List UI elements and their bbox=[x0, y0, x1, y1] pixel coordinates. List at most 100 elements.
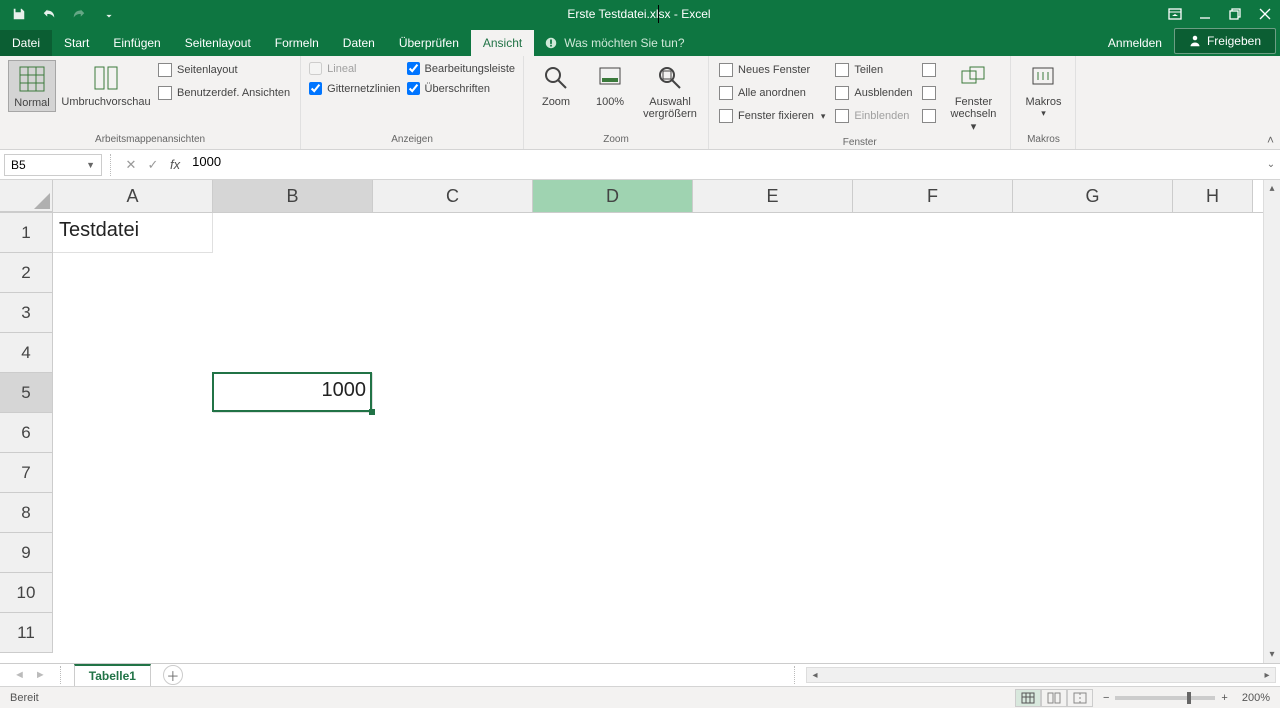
tab-file[interactable]: Datei bbox=[0, 30, 52, 56]
zoom-selection-button[interactable]: Auswahlvergrößern bbox=[640, 60, 700, 122]
freeze-panes-button[interactable]: Fenster fixieren▾ bbox=[717, 106, 827, 126]
split-button[interactable]: Teilen bbox=[833, 60, 914, 80]
tab-einfügen[interactable]: Einfügen bbox=[101, 30, 172, 56]
qat-customize-icon[interactable] bbox=[100, 5, 118, 23]
status-bar: Bereit − + 200% bbox=[0, 686, 1280, 708]
view-normal-button[interactable]: Normal bbox=[8, 60, 56, 112]
select-all-button[interactable] bbox=[0, 180, 53, 212]
enter-formula-icon[interactable]: ✓ bbox=[142, 154, 164, 176]
redo-icon[interactable] bbox=[70, 5, 88, 23]
vertical-scrollbar[interactable]: ▴ ▾ bbox=[1263, 180, 1280, 663]
signin-link[interactable]: Anmelden bbox=[1096, 30, 1174, 56]
headings-checkbox[interactable]: Überschriften bbox=[407, 80, 516, 97]
zoom-100-button[interactable]: 100% bbox=[586, 60, 634, 110]
zoom-button[interactable]: Zoom bbox=[532, 60, 580, 110]
group-show: Anzeigen bbox=[309, 132, 515, 145]
column-header[interactable]: H bbox=[1173, 180, 1253, 212]
scroll-left-icon[interactable]: ◂ bbox=[807, 670, 823, 681]
expand-formula-bar-icon[interactable]: ⌄ bbox=[1262, 159, 1280, 170]
zoom-out-icon[interactable]: − bbox=[1103, 692, 1109, 704]
formula-input[interactable]: 1000 bbox=[186, 154, 1262, 176]
new-window-icon bbox=[719, 63, 733, 77]
formula-bar-checkbox[interactable]: Bearbeitungsleiste bbox=[407, 60, 516, 77]
row-header[interactable]: 2 bbox=[0, 253, 53, 293]
sync-icon bbox=[922, 86, 936, 100]
new-sheet-button[interactable]: ＋ bbox=[163, 665, 183, 685]
column-header[interactable]: C bbox=[373, 180, 533, 212]
column-header[interactable]: D bbox=[533, 180, 693, 212]
tab-überprüfen[interactable]: Überprüfen bbox=[387, 30, 471, 56]
hide-button[interactable]: Ausblenden bbox=[833, 83, 914, 103]
sync-scroll-button[interactable] bbox=[920, 83, 938, 103]
save-icon[interactable] bbox=[10, 5, 28, 23]
tell-me-search[interactable]: Was möchten Sie tun? bbox=[534, 30, 694, 56]
scroll-up-icon[interactable]: ▴ bbox=[1264, 180, 1280, 197]
normal-view-icon[interactable] bbox=[1015, 689, 1041, 707]
row-header[interactable]: 7 bbox=[0, 453, 53, 493]
title-bar: Erste Testdatei.xlsx - Excel bbox=[0, 0, 1280, 28]
maximize-icon[interactable] bbox=[1220, 0, 1250, 28]
column-header[interactable]: G bbox=[1013, 180, 1173, 212]
tab-formeln[interactable]: Formeln bbox=[263, 30, 331, 56]
group-zoom: Zoom bbox=[532, 132, 700, 145]
row-header[interactable]: 11 bbox=[0, 613, 53, 653]
arrange-icon bbox=[719, 86, 733, 100]
tab-start[interactable]: Start bbox=[52, 30, 101, 56]
formula-bar: B5▼ ✕ ✓ fx 1000 ⌄ bbox=[0, 150, 1280, 180]
chevron-down-icon[interactable]: ▼ bbox=[86, 160, 95, 170]
zoom-control[interactable]: − + 200% bbox=[1103, 692, 1270, 704]
column-header[interactable]: B bbox=[213, 180, 373, 212]
cell[interactable]: Testdatei bbox=[53, 213, 213, 253]
share-button[interactable]: Freigeben bbox=[1174, 28, 1276, 54]
minimize-icon[interactable] bbox=[1190, 0, 1220, 28]
row-header[interactable]: 4 bbox=[0, 333, 53, 373]
fill-handle[interactable] bbox=[369, 409, 375, 415]
tab-daten[interactable]: Daten bbox=[331, 30, 387, 56]
sheet-tab[interactable]: Tabelle1 bbox=[74, 664, 151, 686]
zoom-slider[interactable] bbox=[1115, 696, 1215, 700]
scroll-down-icon[interactable]: ▾ bbox=[1264, 646, 1280, 663]
side-by-side-button[interactable] bbox=[920, 60, 938, 80]
page-layout-view-icon[interactable] bbox=[1041, 689, 1067, 707]
row-header[interactable]: 6 bbox=[0, 413, 53, 453]
sheet-tab-bar: ◄ ► Tabelle1 ＋ ◂ ▸ bbox=[0, 663, 1280, 686]
spreadsheet-grid[interactable]: ABCDEFGH 1234567891011 Testdatei 1000 ▴ ▾ bbox=[0, 180, 1280, 663]
close-icon[interactable] bbox=[1250, 0, 1280, 28]
cancel-formula-icon[interactable]: ✕ bbox=[120, 154, 142, 176]
zoom-in-icon[interactable]: + bbox=[1221, 692, 1227, 704]
row-header[interactable]: 10 bbox=[0, 573, 53, 613]
row-header[interactable]: 1 bbox=[0, 213, 53, 253]
collapse-ribbon-icon[interactable]: ˄ bbox=[1267, 133, 1274, 147]
row-header[interactable]: 9 bbox=[0, 533, 53, 573]
tab-seitenlayout[interactable]: Seitenlayout bbox=[173, 30, 263, 56]
gridlines-checkbox[interactable]: Gitternetzlinien bbox=[309, 80, 400, 97]
macros-button[interactable]: Makros▾ bbox=[1019, 60, 1067, 121]
scroll-right-icon[interactable]: ▸ bbox=[1259, 670, 1275, 681]
sheet-nav-prev-icon[interactable]: ◄ bbox=[14, 669, 25, 681]
zoom-level[interactable]: 200% bbox=[1242, 692, 1270, 704]
insert-function-icon[interactable]: fx bbox=[170, 157, 180, 172]
row-header[interactable]: 3 bbox=[0, 293, 53, 333]
tab-ansicht[interactable]: Ansicht bbox=[471, 30, 534, 56]
row-header[interactable]: 5 bbox=[0, 373, 53, 413]
column-header[interactable]: A bbox=[53, 180, 213, 212]
magnifier-icon bbox=[540, 62, 572, 94]
arrange-all-button[interactable]: Alle anordnen bbox=[717, 83, 827, 103]
ribbon-display-icon[interactable] bbox=[1160, 0, 1190, 28]
compare-icon bbox=[922, 63, 936, 77]
column-header[interactable]: E bbox=[693, 180, 853, 212]
undo-icon[interactable] bbox=[40, 5, 58, 23]
reset-pos-button[interactable] bbox=[920, 106, 938, 126]
horizontal-scrollbar[interactable]: ◂ ▸ bbox=[806, 667, 1276, 683]
cell[interactable]: 1000 bbox=[213, 373, 373, 413]
column-header[interactable]: F bbox=[853, 180, 1013, 212]
switch-windows-button[interactable]: Fensterwechseln ▾ bbox=[944, 60, 1002, 135]
name-box[interactable]: B5▼ bbox=[4, 154, 102, 176]
sheet-nav-next-icon[interactable]: ► bbox=[35, 669, 46, 681]
new-window-button[interactable]: Neues Fenster bbox=[717, 60, 827, 80]
row-header[interactable]: 8 bbox=[0, 493, 53, 533]
view-page-break-button[interactable]: Umbruchvorschau bbox=[62, 60, 150, 110]
page-layout-button[interactable]: Seitenlayout bbox=[156, 60, 292, 80]
page-break-view-icon[interactable] bbox=[1067, 689, 1093, 707]
custom-views-button[interactable]: Benutzerdef. Ansichten bbox=[156, 83, 292, 103]
